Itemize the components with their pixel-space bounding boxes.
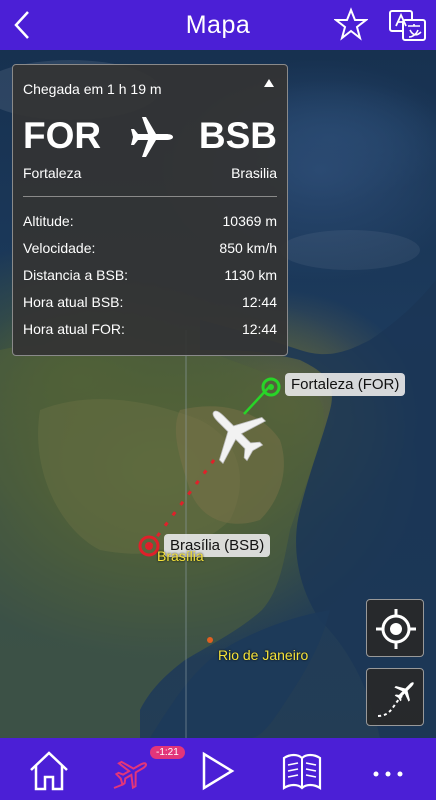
home-button[interactable]	[27, 750, 71, 792]
city-label-rio: Rio de Janeiro	[218, 647, 309, 663]
home-icon	[30, 751, 68, 791]
caret-up-icon	[264, 79, 274, 87]
airplane-icon[interactable]	[200, 402, 270, 464]
collapse-button[interactable]	[263, 77, 275, 91]
origin-city: Fortaleza	[23, 165, 82, 181]
translate-button[interactable]	[388, 8, 428, 42]
detail-label: Hora atual BSB:	[23, 294, 124, 310]
airplane-icon	[131, 117, 173, 157]
detail-row-altitude: Altitude: 10369 m	[23, 213, 277, 233]
locate-icon	[376, 609, 416, 649]
flight-path-icon	[377, 682, 414, 717]
flight-tab-button[interactable]	[110, 750, 154, 792]
detail-value: 850 km/h	[219, 240, 277, 256]
book-icon	[282, 753, 322, 791]
flight-info-card: Chegada em 1 h 19 m FOR BSB Fortaleza Br…	[12, 64, 288, 356]
guide-button[interactable]	[280, 750, 324, 792]
detail-value: 12:44	[241, 321, 277, 337]
top-app-bar: Mapa	[0, 0, 436, 50]
star-icon	[333, 7, 369, 41]
arrival-time: Chegada em 1 h 19 m	[23, 81, 162, 97]
origin-code: FOR	[23, 115, 102, 156]
flight-path-button[interactable]	[366, 668, 424, 726]
detail-row-speed: Velocidade: 850 km/h	[23, 240, 277, 260]
favorite-button[interactable]	[333, 7, 369, 41]
flight-icon	[113, 760, 147, 790]
detail-value: 1130 km	[224, 267, 277, 283]
detail-row-time-for: Hora atual FOR: 12:44	[23, 321, 277, 341]
detail-row-distance: Distancia a BSB: 1130 km	[23, 267, 277, 287]
detail-value: 12:44	[241, 294, 277, 310]
translate-icon	[389, 10, 426, 41]
destination-code: BSB	[198, 115, 277, 156]
city-label-brasilia: Brasília	[157, 548, 204, 564]
page-title: Mapa	[185, 10, 251, 39]
locate-button[interactable]	[366, 599, 424, 657]
back-icon	[14, 11, 29, 39]
play-button[interactable]	[196, 750, 240, 792]
detail-row-time-bsb: Hora atual BSB: 12:44	[23, 294, 277, 314]
more-icon	[373, 771, 403, 777]
time-remaining-badge: -1:21	[150, 746, 185, 759]
play-icon	[202, 751, 235, 791]
origin-marker[interactable]	[260, 376, 282, 398]
detail-label: Altitude:	[23, 213, 74, 229]
destination-city: Brasilia	[231, 165, 277, 181]
more-button[interactable]	[366, 750, 410, 792]
detail-label: Distancia a BSB:	[23, 267, 129, 283]
detail-value: 10369 m	[222, 213, 277, 229]
divider	[23, 196, 277, 197]
detail-label: Velocidade:	[23, 240, 96, 256]
detail-label: Hora atual FOR:	[23, 321, 125, 337]
bottom-navigation: -1:21	[0, 738, 436, 800]
back-button[interactable]	[8, 8, 38, 42]
origin-label[interactable]: Fortaleza (FOR)	[285, 373, 406, 396]
